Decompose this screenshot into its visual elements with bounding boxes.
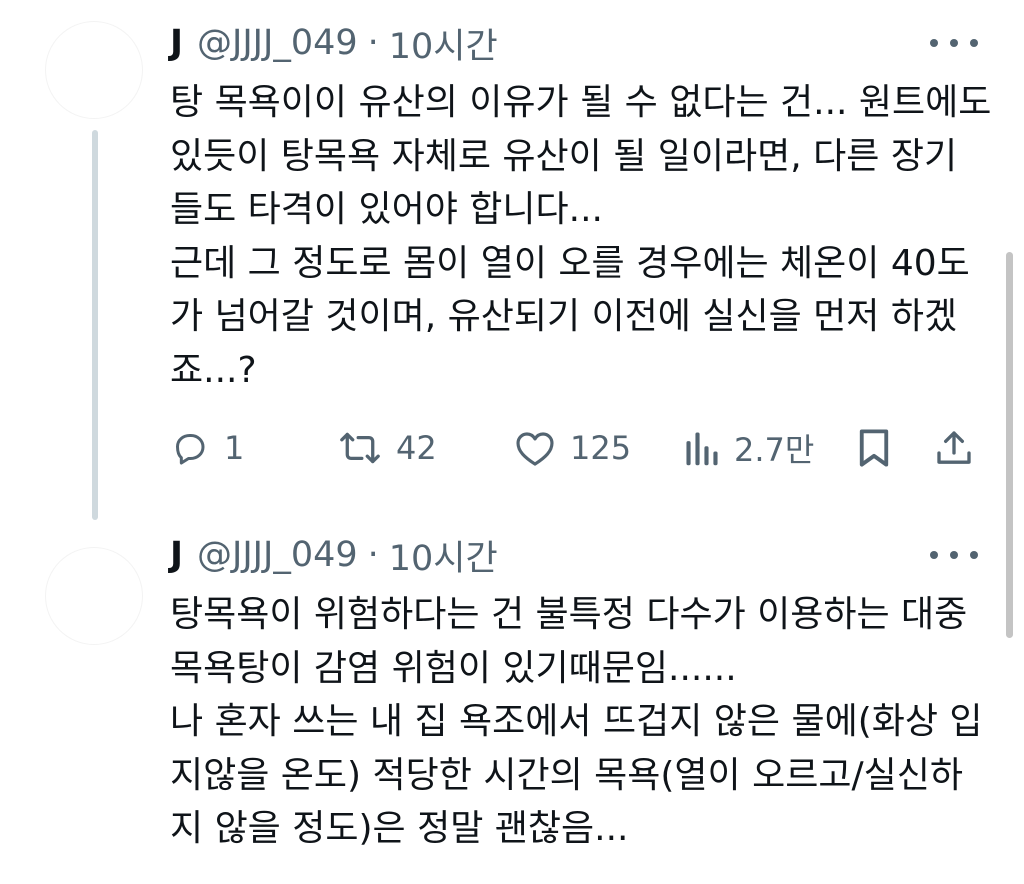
tweet-text-line: 들도 타격이 있어야 합니다... xyxy=(170,189,603,230)
avatar[interactable] xyxy=(46,548,142,644)
tweet-text-line: 목욕탕이 감염 위험이 있기때문임...... xyxy=(170,647,737,689)
retweet-count: 42 xyxy=(396,429,437,467)
bookmark-button[interactable] xyxy=(856,420,892,476)
retweet-icon xyxy=(338,428,382,468)
author-name[interactable]: J xyxy=(170,535,183,575)
tweet-text-line: 나 혼자 쓰는 내 집 욕조에서 뜨겁지 않은 물에(화상 입 xyxy=(170,701,983,742)
thread-connector-line xyxy=(92,130,98,520)
author-name[interactable]: J xyxy=(170,23,183,63)
reply-button[interactable]: 1 xyxy=(170,420,244,476)
tweet-actions: 1 42 125 2.7만 xyxy=(170,420,980,476)
bookmark-icon xyxy=(856,427,892,469)
tweet-text-line: 지 않을 정도)은 정말 괜찮음... xyxy=(170,808,629,849)
share-icon xyxy=(934,427,974,469)
avatar[interactable] xyxy=(46,22,142,118)
author-handle[interactable]: @JJJJ_049 xyxy=(197,535,358,575)
tweet-text-line: 있듯이 탕목욕 자체로 유산이 될 일이라면, 다른 장기 xyxy=(170,135,958,177)
scrollbar[interactable] xyxy=(1006,252,1013,638)
reply-count: 1 xyxy=(224,429,245,467)
reply-icon xyxy=(170,428,210,468)
timestamp[interactable]: 10시간 xyxy=(389,18,498,69)
author-handle[interactable]: @JJJJ_049 xyxy=(197,23,358,63)
tweet-2[interactable]: J @JJJJ_049 · 10시간 탕목욕이 위험하다는 건 불특정 다수가 … xyxy=(170,530,990,856)
tweet-text-line: 탕목욕이 위험하다는 건 불특정 다수가 이용하는 대중 xyxy=(170,594,968,635)
views-button[interactable]: 2.7만 xyxy=(684,420,814,476)
views-chart-icon xyxy=(684,429,720,467)
tweet-1[interactable]: J @JJJJ_049 · 10시간 탕 목욕이이 유산의 이유가 될 수 없다… xyxy=(170,18,992,469)
like-count: 125 xyxy=(570,429,632,467)
share-button[interactable] xyxy=(934,420,974,476)
timestamp[interactable]: 10시간 xyxy=(389,530,498,581)
tweet-text: 탕 목욕이이 유산의 이유가 될 수 없다는 건... 원트에도 있듯이 탕목욕… xyxy=(170,76,992,397)
tweet-text-line: 가 넘어갈 것이며, 유산되기 이전에 실신을 먼저 하겠 xyxy=(170,296,958,337)
like-button[interactable]: 125 xyxy=(514,420,631,476)
more-horizontal-icon[interactable] xyxy=(930,30,978,56)
tweet-header: J @JJJJ_049 · 10시간 xyxy=(170,530,990,580)
tweet-text-line: 지않을 온도) 적당한 시간의 목욕(열이 오르고/실신하 xyxy=(170,754,963,796)
separator-dot: · xyxy=(367,535,379,575)
heart-icon xyxy=(514,428,556,468)
tweet-header: J @JJJJ_049 · 10시간 xyxy=(170,18,990,68)
tweet-text-line: 탕 목욕이이 유산의 이유가 될 수 없다는 건... 원트에도 xyxy=(170,82,992,123)
separator-dot: · xyxy=(367,23,379,63)
retweet-button[interactable]: 42 xyxy=(338,420,437,476)
tweet-text-line: 근데 그 정도로 몸이 열이 오를 경우에는 체온이 40도 xyxy=(170,242,970,284)
tweet-text-line: 죠...? xyxy=(170,349,257,391)
views-count: 2.7만 xyxy=(734,431,815,469)
tweet-text: 탕목욕이 위험하다는 건 불특정 다수가 이용하는 대중 목욕탕이 감염 위험이… xyxy=(170,588,990,856)
more-horizontal-icon[interactable] xyxy=(930,542,978,568)
